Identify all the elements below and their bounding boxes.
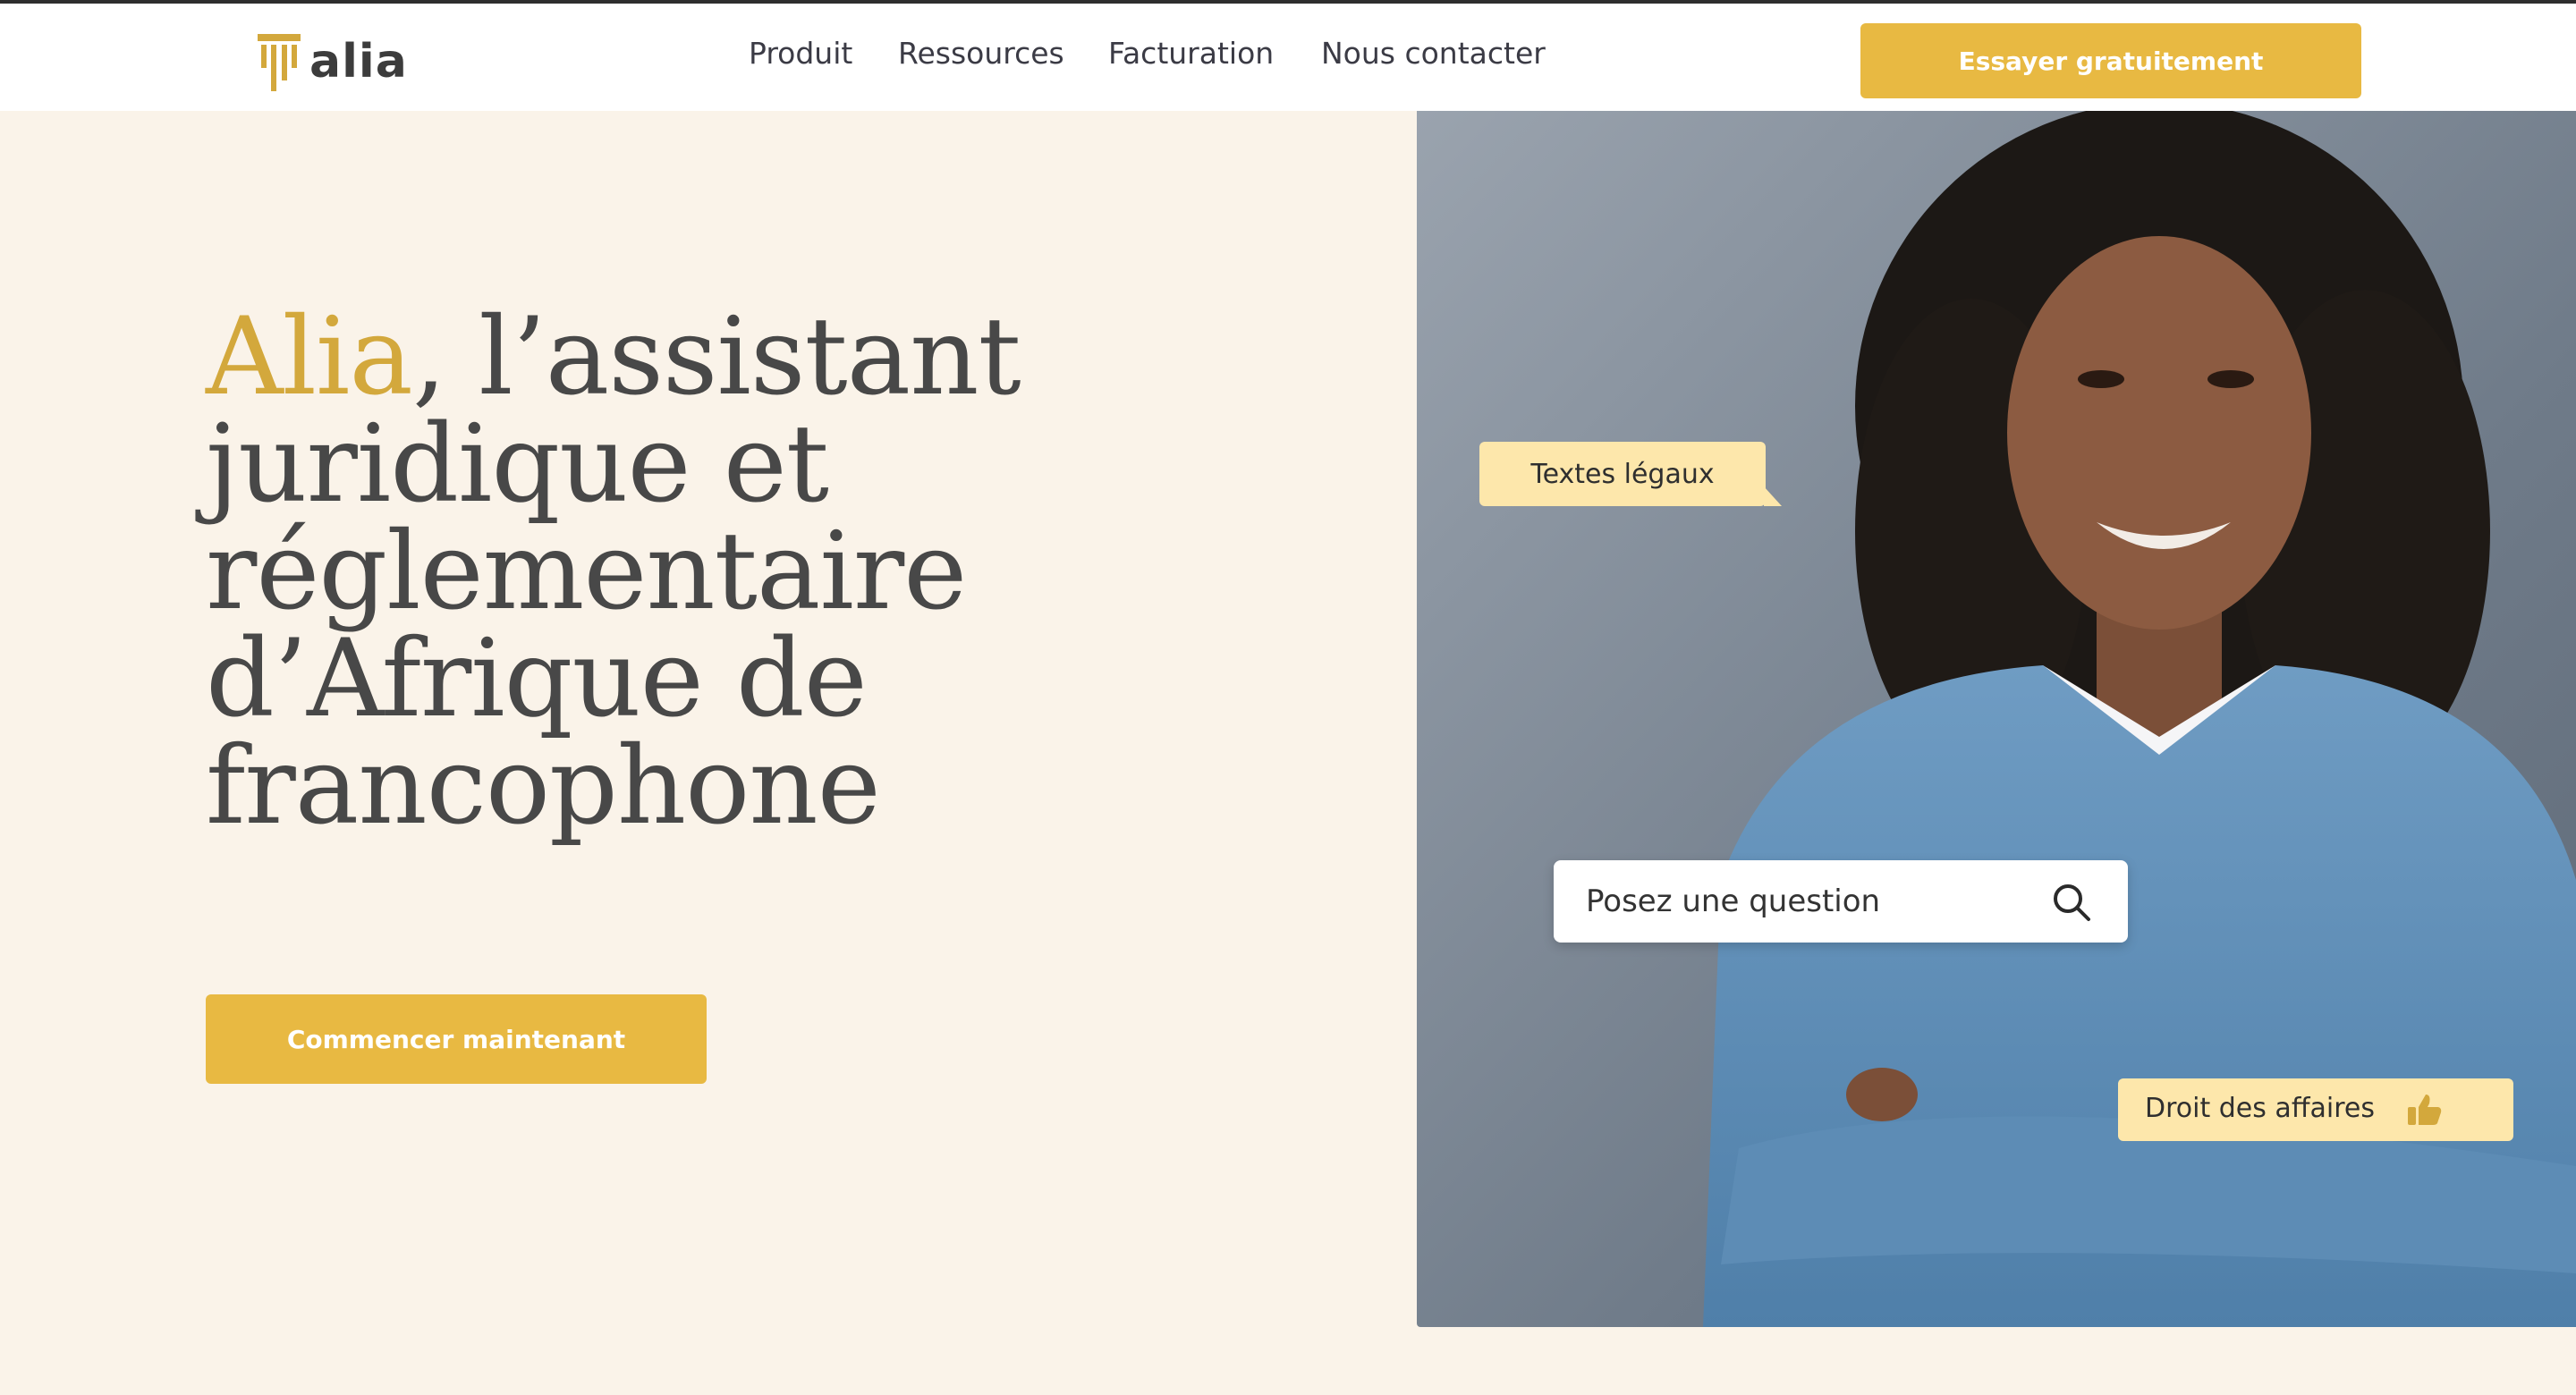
hero-photo	[1417, 111, 2576, 1327]
hero-title-brand: Alia	[206, 295, 413, 419]
search-icon[interactable]	[2051, 882, 2092, 923]
question-search-box[interactable]: Posez une question	[1554, 860, 2128, 943]
logo-text: alia	[309, 35, 408, 89]
logo[interactable]: alia	[258, 32, 408, 91]
nav-item-produit[interactable]: Produit	[749, 36, 852, 71]
logo-pillar-icon	[258, 34, 301, 91]
nav-item-facturation[interactable]: Facturation	[1108, 36, 1274, 71]
start-now-button[interactable]: Commencer maintenant	[206, 994, 707, 1084]
try-free-button[interactable]: Essayer gratuitement	[1860, 23, 2361, 98]
search-placeholder: Posez une question	[1586, 884, 1881, 919]
chip-droit-label: Droit des affaires	[2145, 1093, 2375, 1124]
chip-textes-legaux: Textes légaux	[1479, 442, 1782, 506]
hero-photo-illustration	[1417, 111, 2576, 1327]
chip-droit-des-affaires: Droit des affaires	[2118, 1078, 2513, 1141]
nav-item-nous-contacter[interactable]: Nous contacter	[1321, 36, 1546, 71]
hero-title: Alia, l’assistant juridique et réglement…	[206, 304, 1368, 841]
nav-item-ressources[interactable]: Ressources	[898, 36, 1064, 71]
site-header: alia Produit Ressources Facturation Nous…	[0, 4, 2576, 111]
thumbs-up-icon	[2408, 1095, 2442, 1125]
